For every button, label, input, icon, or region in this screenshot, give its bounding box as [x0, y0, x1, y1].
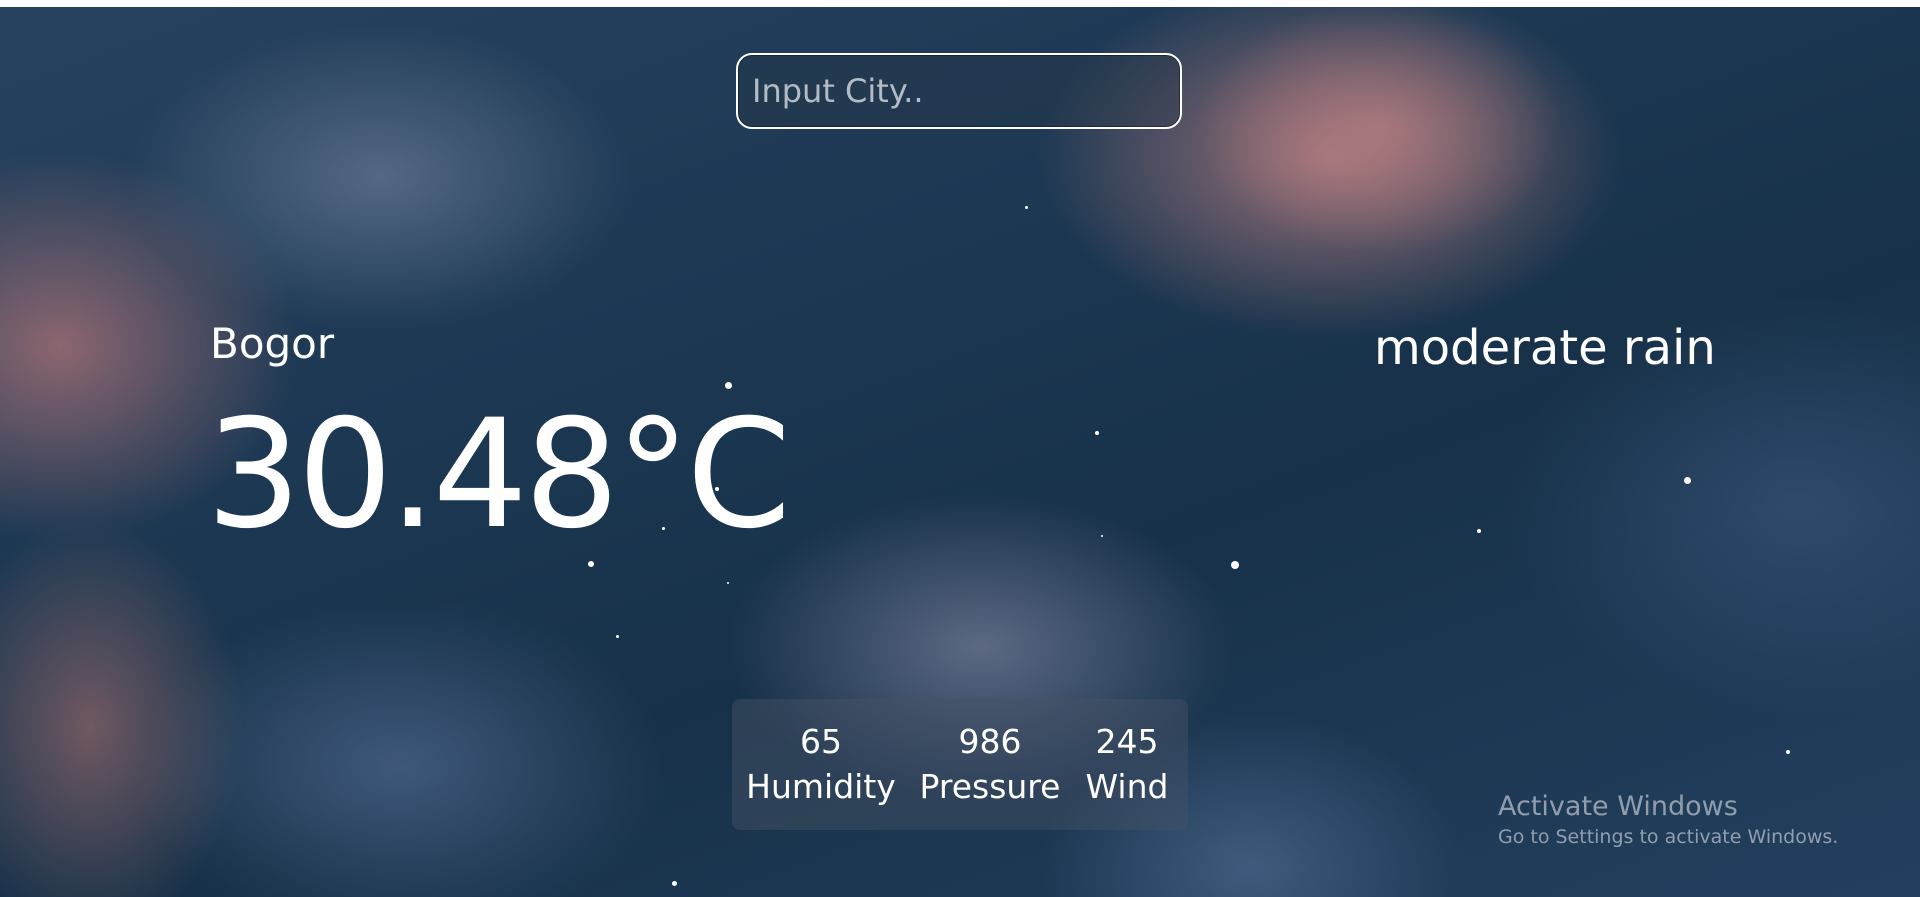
star — [1095, 431, 1099, 435]
weather-description: moderate rain — [1374, 320, 1716, 376]
humidity-value: 65 — [800, 722, 842, 761]
star — [1101, 535, 1103, 537]
star — [672, 881, 677, 886]
city-name: Bogor — [210, 319, 335, 368]
watermark-subtitle: Go to Settings to activate Windows. — [1498, 826, 1839, 848]
pressure-value: 986 — [958, 722, 1022, 761]
star — [1684, 477, 1691, 484]
star — [727, 582, 729, 584]
star — [1477, 529, 1481, 533]
weather-stats-panel: 65 Humidity 986 Pressure 245 Wind — [732, 699, 1188, 830]
star — [616, 635, 619, 638]
pressure-label: Pressure — [919, 767, 1061, 806]
humidity-label: Humidity — [746, 767, 896, 806]
city-search-input[interactable] — [736, 53, 1182, 129]
watermark-title: Activate Windows — [1498, 791, 1738, 822]
activate-windows-watermark: Activate Windows Go to Settings to activ… — [1498, 790, 1838, 850]
pressure-stat: 986 Pressure — [910, 719, 1070, 809]
top-strip — [0, 0, 1920, 7]
wind-label: Wind — [1085, 767, 1169, 806]
wind-value: 245 — [1095, 722, 1159, 761]
humidity-stat: 65 Humidity — [732, 719, 910, 809]
star — [1786, 750, 1790, 754]
temperature-readout: 30.48°C — [206, 388, 791, 562]
wind-stat: 245 Wind — [1070, 719, 1184, 809]
star — [1025, 206, 1028, 209]
star — [1231, 561, 1239, 569]
